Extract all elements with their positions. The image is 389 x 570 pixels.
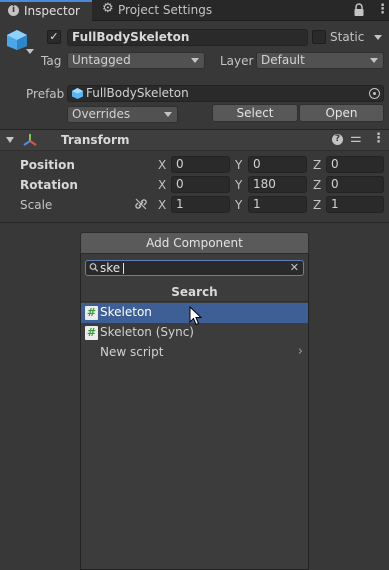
transform-title: Transform bbox=[61, 133, 130, 147]
search-input[interactable]: ske ✕ bbox=[85, 260, 304, 276]
transform-header[interactable]: Transform ? ⚌ ⋮ bbox=[0, 130, 389, 151]
lock-icon[interactable] bbox=[353, 3, 367, 17]
tag-label: Tag bbox=[41, 54, 62, 68]
select-button[interactable]: Select bbox=[212, 104, 298, 122]
static-dropdown-caret[interactable] bbox=[374, 35, 382, 40]
position-x-field[interactable]: 0 bbox=[171, 156, 230, 173]
layer-value: Default bbox=[261, 53, 305, 67]
tab-project-settings[interactable]: ⚙ Project Settings bbox=[96, 0, 221, 21]
transform-row-scale: Scale X 1 Y 1 Z 1 bbox=[0, 196, 389, 214]
axis-y-label[interactable]: Y bbox=[235, 177, 242, 193]
script-icon: # bbox=[85, 306, 98, 320]
more-options-icon[interactable]: ⋮ bbox=[372, 131, 385, 146]
prefab-value: FullBodySkeleton bbox=[86, 86, 189, 100]
chevron-down-icon bbox=[370, 58, 378, 63]
position-y-field[interactable]: 0 bbox=[248, 156, 307, 173]
rotation-x-field[interactable]: 0 bbox=[171, 176, 230, 193]
chevron-right-icon: › bbox=[297, 344, 303, 359]
presets-icon[interactable]: ⚌ bbox=[350, 131, 362, 146]
tab-inspector[interactable]: i Inspector bbox=[0, 0, 92, 22]
transform-row-position: Position X 0 Y 0 Z 0 bbox=[0, 156, 389, 174]
add-component-button[interactable]: Add Component bbox=[80, 232, 309, 254]
tag-dropdown[interactable]: Untagged bbox=[67, 52, 205, 69]
info-icon: i bbox=[8, 5, 19, 16]
rotation-y-field[interactable]: 180 bbox=[248, 176, 307, 193]
position-z-field[interactable]: 0 bbox=[326, 156, 384, 173]
search-icon bbox=[89, 261, 99, 276]
overrides-dropdown[interactable]: Overrides bbox=[67, 106, 178, 123]
prefab-icon bbox=[72, 88, 83, 101]
scale-x-field[interactable]: 1 bbox=[171, 196, 230, 213]
static-label: Static bbox=[330, 30, 365, 44]
search-section-title: Search bbox=[81, 282, 308, 302]
axis-z-label[interactable]: Z bbox=[313, 177, 321, 193]
search-value: ske bbox=[100, 261, 121, 275]
more-options-icon[interactable]: ⋮ bbox=[376, 2, 389, 17]
help-icon[interactable]: ? bbox=[332, 134, 343, 145]
tab-inspector-label: Inspector bbox=[24, 4, 80, 18]
rotation-z-field[interactable]: 0 bbox=[326, 176, 384, 193]
prefab-field[interactable]: FullBodySkeleton bbox=[67, 85, 384, 102]
axis-z-label[interactable]: Z bbox=[313, 157, 321, 173]
overrides-label: Overrides bbox=[72, 107, 131, 121]
layer-dropdown[interactable]: Default bbox=[256, 52, 384, 69]
list-item-label: Skeleton bbox=[100, 305, 152, 319]
chevron-down-icon bbox=[164, 112, 172, 117]
link-icon[interactable] bbox=[134, 197, 148, 214]
active-checkbox[interactable]: ✓ bbox=[47, 30, 61, 44]
axis-x-label[interactable]: X bbox=[158, 177, 166, 193]
list-item-label: Skeleton (Sync) bbox=[100, 325, 194, 339]
gameobject-name-field[interactable]: FullBodySkeleton bbox=[67, 29, 308, 46]
clear-search-icon[interactable]: ✕ bbox=[290, 261, 299, 275]
list-item-label: New script bbox=[100, 345, 164, 359]
transform-row-rotation: Rotation X 0 Y 180 Z 0 bbox=[0, 176, 389, 194]
tab-project-settings-label: Project Settings bbox=[118, 3, 213, 17]
script-icon: # bbox=[85, 326, 98, 340]
gear-icon: ⚙ bbox=[102, 1, 114, 16]
axis-z-label[interactable]: Z bbox=[313, 197, 321, 213]
foldout-arrow-icon[interactable] bbox=[6, 137, 14, 143]
position-label: Position bbox=[20, 158, 75, 172]
add-component-popup: ske ✕ Search # Skeleton # Skeleton (Sync… bbox=[80, 254, 309, 570]
icon-dropdown-caret[interactable] bbox=[26, 49, 34, 54]
transform-icon bbox=[22, 133, 38, 152]
divider bbox=[0, 222, 389, 223]
list-item-new-script[interactable]: New script › bbox=[81, 343, 308, 363]
scale-z-field[interactable]: 1 bbox=[326, 196, 384, 213]
object-picker-icon[interactable] bbox=[369, 88, 380, 99]
chevron-down-icon bbox=[191, 58, 199, 63]
static-checkbox[interactable] bbox=[312, 30, 326, 44]
axis-x-label[interactable]: X bbox=[158, 197, 166, 213]
search-caret bbox=[123, 263, 124, 274]
axis-x-label[interactable]: X bbox=[158, 157, 166, 173]
layer-label: Layer bbox=[220, 54, 254, 68]
rotation-label: Rotation bbox=[20, 178, 78, 192]
gameobject-icon bbox=[6, 29, 28, 54]
scale-label: Scale bbox=[20, 198, 53, 212]
tag-value: Untagged bbox=[72, 53, 131, 67]
scale-y-field[interactable]: 1 bbox=[248, 196, 307, 213]
mouse-cursor-icon bbox=[189, 305, 203, 329]
axis-y-label[interactable]: Y bbox=[235, 197, 242, 213]
prefab-label: Prefab bbox=[26, 87, 65, 101]
open-button[interactable]: Open bbox=[299, 104, 384, 122]
axis-y-label[interactable]: Y bbox=[235, 157, 242, 173]
